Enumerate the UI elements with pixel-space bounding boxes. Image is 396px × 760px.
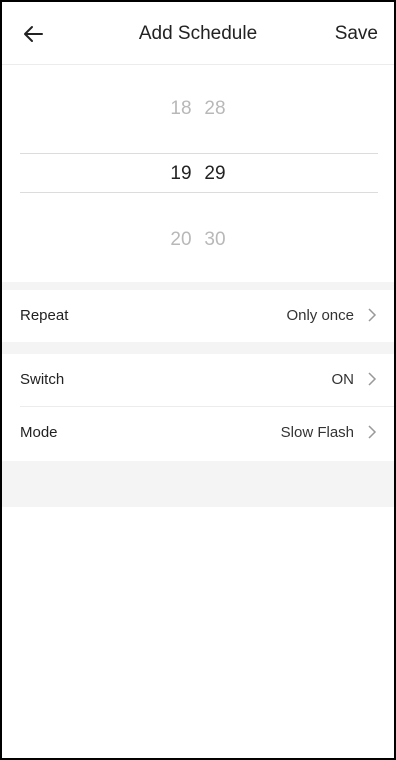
switch-label: Switch (20, 371, 65, 388)
picker-row-above[interactable]: 18 28 (2, 89, 394, 129)
chevron-right-icon (366, 371, 378, 387)
mode-value: Slow Flash (280, 424, 354, 441)
minute-option[interactable]: 30 (198, 229, 232, 251)
repeat-row[interactable]: Repeat Only once (2, 290, 394, 342)
save-button[interactable]: Save (335, 23, 378, 45)
time-picker[interactable]: 18 28 19 29 20 30 (2, 65, 394, 282)
hour-option[interactable]: 20 (164, 229, 198, 251)
section-gap (2, 342, 394, 354)
minute-option[interactable]: 28 (198, 98, 232, 120)
selected-minute[interactable]: 29 (198, 163, 232, 185)
picker-row-selected[interactable]: 19 29 (2, 154, 394, 194)
section-gap (2, 282, 394, 290)
selection-line-bottom (20, 192, 378, 193)
hour-option[interactable]: 18 (164, 98, 198, 120)
picker-row-below[interactable]: 20 30 (2, 220, 394, 260)
section-gap-bottom (2, 461, 394, 507)
phone-screen: Add Schedule Save 18 28 19 29 20 30 Repe… (0, 0, 396, 760)
repeat-label: Repeat (20, 307, 69, 324)
top-bar: Add Schedule Save (2, 2, 394, 65)
mode-row[interactable]: Mode Slow Flash (2, 407, 394, 459)
switch-value: ON (331, 371, 355, 388)
chevron-right-icon (366, 424, 378, 440)
repeat-value: Only once (286, 307, 354, 324)
switch-row[interactable]: Switch ON (2, 354, 394, 406)
chevron-right-icon (366, 307, 378, 323)
selected-hour[interactable]: 19 (164, 163, 198, 185)
mode-label: Mode (20, 424, 58, 441)
